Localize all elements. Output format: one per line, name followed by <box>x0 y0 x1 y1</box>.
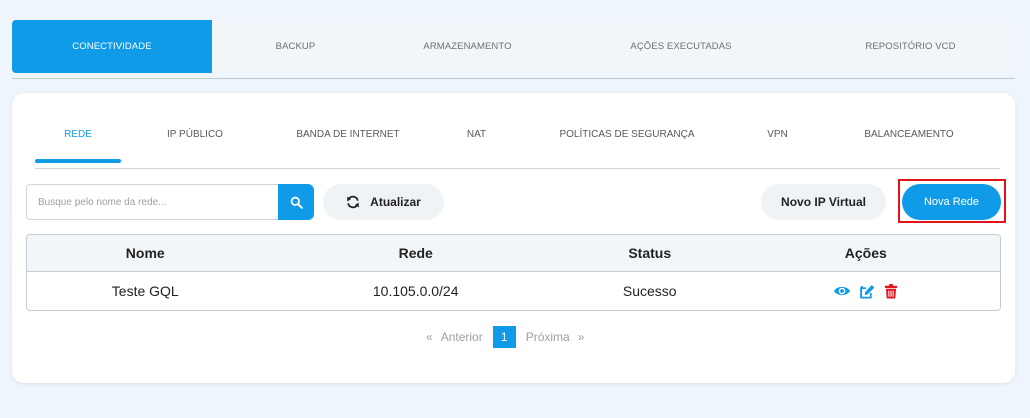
tab-conectividade[interactable]: CONECTIVIDADE <box>12 20 212 73</box>
top-tabs: CONECTIVIDADE BACKUP ARMAZENAMENTO AÇÕES… <box>12 20 1015 73</box>
cell-name: Teste GQL <box>111 283 179 299</box>
tab-armazenamento[interactable]: ARMAZENAMENTO <box>379 20 556 73</box>
top-tabs-divider <box>12 78 1015 79</box>
new-virtual-ip-label: Novo IP Virtual <box>781 195 866 209</box>
next-label: Próxima <box>525 330 570 344</box>
network-table: Nome Rede Status Ações Teste GQL 10.105.… <box>26 234 1001 311</box>
search-input[interactable] <box>26 184 278 220</box>
table-row: Teste GQL 10.105.0.0/24 Sucesso <box>27 272 1000 310</box>
sub-tab-vpn[interactable]: VPN <box>728 119 827 164</box>
next-glyph: » <box>577 330 585 344</box>
refresh-button[interactable]: Atualizar <box>323 184 444 220</box>
header-status: Status <box>628 245 672 261</box>
new-virtual-ip-button[interactable]: Novo IP Virtual <box>761 184 886 220</box>
sub-tabs-divider <box>35 168 1000 169</box>
pagination: « Anterior 1 Próxima » <box>426 326 584 348</box>
search-button[interactable] <box>278 184 314 220</box>
tab-backup[interactable]: BACKUP <box>212 20 379 73</box>
table-header: Nome Rede Status Ações <box>27 235 1000 272</box>
refresh-icon <box>346 195 360 209</box>
prev-glyph: « <box>426 330 433 344</box>
trash-icon[interactable] <box>884 283 898 299</box>
sub-tab-banda-internet[interactable]: BANDA DE INTERNET <box>269 119 427 164</box>
prev-page-button[interactable]: « Anterior <box>426 330 483 344</box>
page-number[interactable]: 1 <box>492 326 516 348</box>
sub-tabs: REDE IP PÚBLICO BANDA DE INTERNET NAT PO… <box>35 119 1000 164</box>
next-page-button[interactable]: Próxima » <box>526 330 585 344</box>
network-card: REDE IP PÚBLICO BANDA DE INTERNET NAT PO… <box>12 93 1015 383</box>
search-icon <box>290 196 303 209</box>
cell-network: 10.105.0.0/24 <box>372 283 459 299</box>
refresh-label: Atualizar <box>370 195 421 209</box>
new-network-button[interactable]: Nova Rede <box>902 184 1001 220</box>
sub-tab-rede[interactable]: REDE <box>35 119 121 164</box>
prev-label: Anterior <box>440 330 483 344</box>
cell-status: Sucesso <box>622 283 677 299</box>
header-acoes: Ações <box>844 245 887 261</box>
tab-repositorio-vcd[interactable]: REPOSITÓRIO VCD <box>806 20 1015 73</box>
sub-tab-nat[interactable]: NAT <box>427 119 526 164</box>
new-network-label: Nova Rede <box>923 196 980 208</box>
cell-actions <box>732 272 1000 310</box>
eye-icon[interactable] <box>833 284 851 298</box>
search-group <box>26 184 314 220</box>
sub-tab-ip-publico[interactable]: IP PÚBLICO <box>121 119 269 164</box>
header-nome: Nome <box>125 245 165 261</box>
header-rede: Rede <box>398 245 433 261</box>
sub-tab-balanceamento[interactable]: BALANCEAMENTO <box>827 119 991 164</box>
tab-acoes-executadas[interactable]: AÇÕES EXECUTADAS <box>556 20 806 73</box>
edit-icon[interactable] <box>860 284 876 299</box>
sub-tab-politicas-seguranca[interactable]: POLÍTICAS DE SEGURANÇA <box>526 119 728 164</box>
